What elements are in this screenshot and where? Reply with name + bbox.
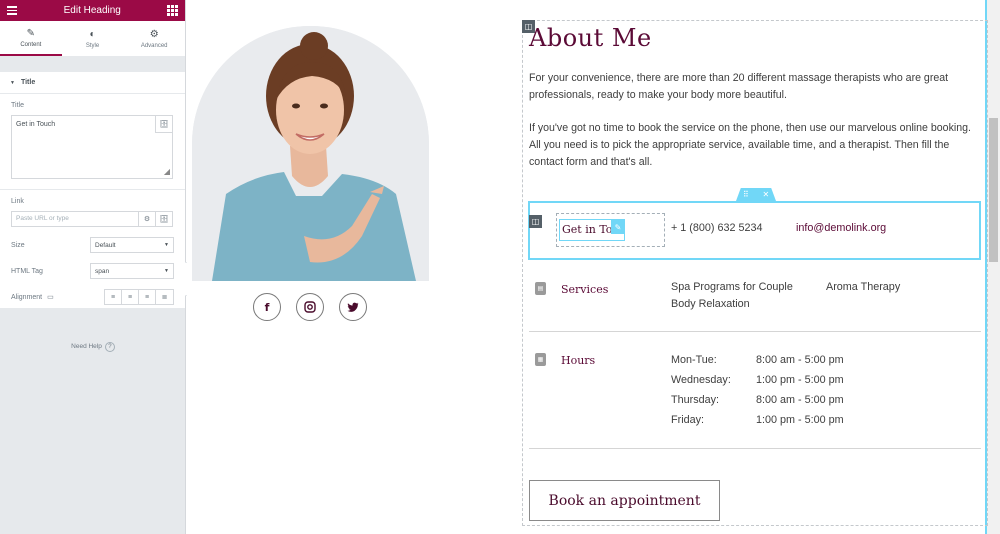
align-left-icon[interactable]: ≡ [105,290,122,304]
align-right-icon[interactable]: ≡ [139,290,156,304]
align-center-icon[interactable]: ≡ [122,290,139,304]
drag-icon[interactable]: ⠿ [743,190,749,199]
chevron-down-icon: ▼ [164,242,169,248]
hours-time: 1:00 pm - 5:00 pm [756,414,844,426]
hours-time: 8:00 am - 5:00 pm [756,394,844,406]
hours-day: Thursday: [671,394,720,406]
alignment-row: Alignment ▭ ≡ ≡ ≡ ≣ [11,289,174,305]
caret-down-icon: ▼ [10,79,15,86]
alignment-label-wrap: Alignment ▭ [11,293,54,301]
hours-day: Wednesday: [671,374,731,386]
html-tag-label: HTML Tag [11,267,43,275]
size-value: Default [95,241,116,249]
contact-phone: + 1 (800) 632 5234 [671,222,763,234]
tab-advanced-label: Advanced [140,42,168,49]
scrollbar-thumb[interactable] [989,118,998,262]
close-icon[interactable]: ✕ [762,190,769,199]
link-dynamic-icon[interactable]: 🗄 [156,211,173,227]
size-select[interactable]: Default ▼ [90,237,174,253]
edit-pencil-icon[interactable]: ✎ [611,220,625,234]
link-row: Paste URL or type ⚙ 🗄 [11,211,174,227]
about-paragraph-1: For your convenience, there are more tha… [529,72,949,101]
about-title: About Me [529,24,652,52]
portrait-image [192,26,429,281]
alignment-label: Alignment [11,294,43,301]
html-tag-value: span [95,267,110,275]
menu-icon[interactable] [7,4,17,17]
link-label: Link [11,198,24,205]
html-tag-row: HTML Tag span ▼ [11,263,174,279]
size-label: Size [11,241,25,249]
dynamic-tags-icon[interactable]: 🗄 [155,116,172,133]
pencil-icon: ✎ [26,27,36,39]
services-title: Services [561,283,609,296]
resize-grip-icon[interactable]: ◢ [164,167,170,176]
woman-portrait-illustration [192,26,429,281]
need-help-link[interactable]: Need Help? [0,342,186,352]
size-row: Size Default ▼ [11,237,174,253]
tab-content-label: Content [20,41,42,48]
tab-advanced[interactable]: ⚙ Advanced [123,21,185,56]
title-textarea[interactable]: Get in Touch 🗄 ◢ [11,115,173,179]
service-item: Body Relaxation [671,298,750,310]
divider [0,189,185,190]
panel-header: Edit Heading [0,0,185,21]
tab-style-label: Style [85,42,100,49]
gear-icon: ⚙ [149,28,159,40]
book-appointment-button[interactable]: Book an appointment [529,480,720,521]
services-icon: ▤ [535,282,546,295]
half-circle-icon: ◐ [89,28,96,40]
contact-email[interactable]: info@demolink.org [796,222,886,234]
title-label: Title [11,102,24,109]
title-value: Get in Touch [16,121,56,128]
twitter-icon[interactable] [339,293,367,321]
service-item: Spa Programs for Couple [671,281,793,293]
section-title-label: Title [20,79,36,86]
scrollbar[interactable] [987,0,1000,534]
service-item: Aroma Therapy [826,281,901,293]
tab-content[interactable]: ✎ Content [0,21,62,56]
html-tag-select[interactable]: span ▼ [90,263,174,279]
tab-style[interactable]: ◐ Style [62,21,124,56]
section-title-toggle[interactable]: ▼ Title [0,72,185,94]
facebook-icon[interactable]: f [253,293,281,321]
link-input[interactable]: Paste URL or type [11,211,139,227]
alignment-buttons: ≡ ≡ ≡ ≣ [104,289,174,305]
question-icon: ? [104,342,115,352]
chevron-down-icon: ▼ [164,268,169,274]
panel-title: Edit Heading [63,5,121,16]
instagram-icon[interactable] [296,293,324,321]
inner-column-handle-icon[interactable]: ◫ [529,215,542,228]
need-help-label: Need Help [71,343,102,350]
section-handle[interactable]: ⠿ ✕ [736,188,776,201]
divider [529,331,981,332]
link-options-gear-icon[interactable]: ⚙ [139,211,156,227]
controls: Title Get in Touch 🗄 ◢ Link Paste URL or… [0,94,185,308]
hours-day: Mon-Tue: [671,354,717,366]
panel-tabs: ✎ Content ◐ Style ⚙ Advanced [0,21,185,57]
hours-day: Friday: [671,414,704,426]
hours-title: Hours [561,354,596,367]
calendar-icon: ▦ [535,353,546,366]
hours-time: 8:00 am - 5:00 pm [756,354,844,366]
widgets-grid-icon[interactable] [167,5,178,16]
align-justify-icon[interactable]: ≣ [156,290,173,304]
editor-panel: Edit Heading ✎ Content ◐ Style ⚙ Advance… [0,0,186,534]
desktop-icon[interactable]: ▭ [47,294,54,301]
divider [529,448,981,449]
hours-time: 1:00 pm - 5:00 pm [756,374,844,386]
about-paragraph-2: If you've got no time to book the servic… [529,122,971,168]
